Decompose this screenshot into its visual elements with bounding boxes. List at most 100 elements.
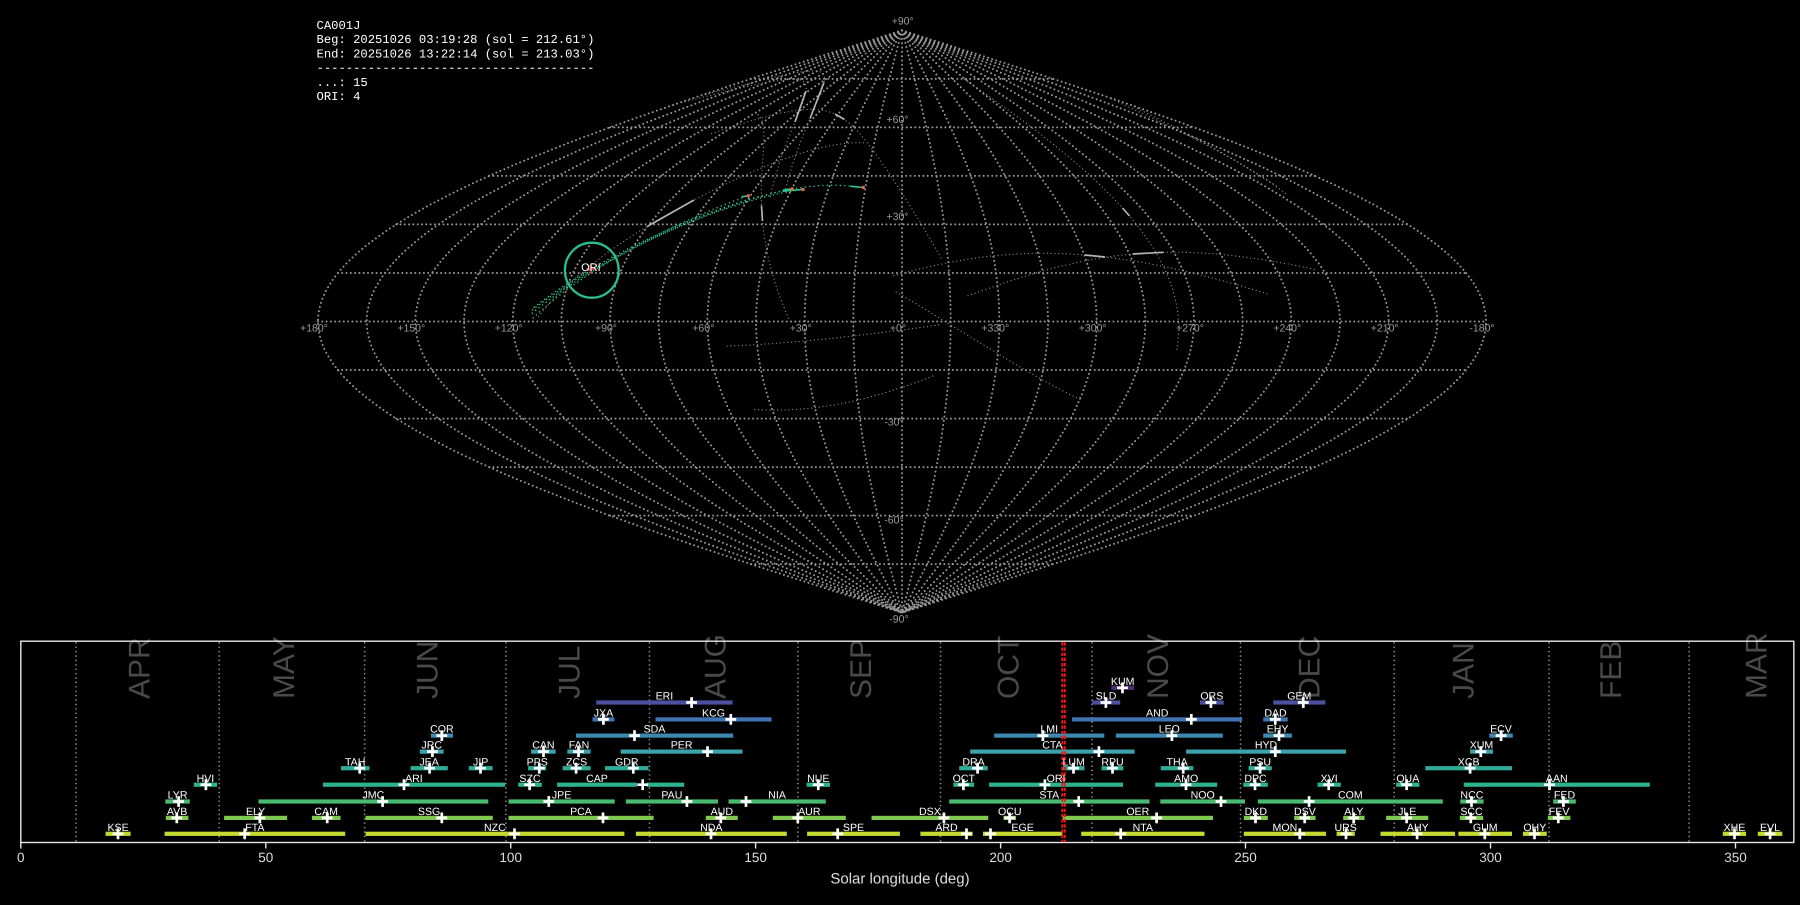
svg-text:THA: THA — [1167, 756, 1189, 768]
svg-text:AUD: AUD — [711, 806, 734, 818]
svg-text:GUM: GUM — [1473, 822, 1498, 834]
svg-text:NIA: NIA — [768, 790, 787, 802]
svg-text:JMC: JMC — [363, 790, 385, 802]
svg-text:AHY: AHY — [1407, 822, 1429, 834]
svg-text:ARI: ARI — [405, 773, 423, 785]
svg-text:AUG: AUG — [700, 634, 733, 699]
svg-text:DEC: DEC — [1293, 636, 1326, 699]
svg-text:NTA: NTA — [1133, 822, 1154, 834]
svg-text:STA: STA — [1039, 790, 1060, 802]
svg-text:ORI: 4: ORI: 4 — [317, 90, 361, 104]
svg-text:DSV: DSV — [1294, 806, 1317, 818]
svg-text:XCB: XCB — [1458, 756, 1480, 768]
svg-text:NZC: NZC — [484, 822, 506, 834]
svg-text:+120°: +120° — [495, 323, 523, 335]
svg-text:+150°: +150° — [397, 323, 425, 335]
svg-text:------------------------------: -------------------------------------- — [317, 62, 595, 76]
svg-text:+90°: +90° — [892, 16, 914, 28]
svg-text:MAR: MAR — [1740, 632, 1773, 699]
svg-text:NUE: NUE — [807, 773, 829, 785]
svg-text:PAU: PAU — [661, 790, 682, 802]
svg-text:SEP: SEP — [845, 639, 878, 699]
svg-text:JLE: JLE — [1398, 806, 1416, 818]
svg-text:AUR: AUR — [798, 806, 821, 818]
svg-text:NDA: NDA — [700, 822, 723, 834]
svg-text:+330°: +330° — [981, 323, 1009, 335]
svg-text:XHE: XHE — [1724, 822, 1746, 834]
svg-text:SLD: SLD — [1096, 691, 1117, 703]
svg-text:JUL: JUL — [554, 646, 587, 699]
svg-text:COR: COR — [430, 724, 454, 736]
svg-text:CA001J: CA001J — [317, 19, 361, 33]
svg-text:+30°: +30° — [886, 211, 908, 223]
svg-text:200: 200 — [989, 850, 1012, 865]
svg-text:AMO: AMO — [1174, 773, 1198, 785]
svg-text:ORS: ORS — [1200, 691, 1223, 703]
svg-text:End: 20251026 13:22:14 (sol =: End: 20251026 13:22:14 (sol = 213.03°) — [317, 47, 595, 61]
svg-text:MON: MON — [1273, 822, 1298, 834]
svg-text:KUM: KUM — [1111, 676, 1135, 688]
svg-text:KCG: KCG — [702, 708, 725, 720]
svg-text:PPS: PPS — [527, 756, 548, 768]
svg-text:GDR: GDR — [615, 756, 639, 768]
svg-text:RPU: RPU — [1101, 756, 1123, 768]
svg-text:OCT: OCT — [992, 636, 1025, 699]
svg-text:FEV: FEV — [1549, 806, 1571, 818]
svg-text:ARD: ARD — [935, 822, 958, 834]
svg-text:350: 350 — [1724, 850, 1747, 865]
svg-text:PSU: PSU — [1249, 756, 1271, 768]
svg-text:+0°: +0° — [890, 323, 906, 335]
svg-text:OCU: OCU — [998, 806, 1022, 818]
svg-text:+60°: +60° — [886, 114, 908, 126]
svg-text:FAN: FAN — [569, 740, 590, 752]
svg-text:NOO: NOO — [1191, 790, 1215, 802]
svg-text:-180°: -180° — [1469, 323, 1494, 335]
svg-text:+180°: +180° — [300, 323, 328, 335]
svg-text:...: 15: ...: 15 — [317, 76, 368, 90]
svg-text:EGE: EGE — [1011, 822, 1033, 834]
svg-text:FED: FED — [1554, 790, 1576, 802]
svg-text:ORI: ORI — [581, 262, 601, 274]
svg-text:DPC: DPC — [1244, 773, 1267, 785]
svg-text:NCC: NCC — [1460, 790, 1483, 802]
svg-text:Solar longitude (deg): Solar longitude (deg) — [830, 871, 969, 888]
svg-text:OER: OER — [1126, 806, 1149, 818]
svg-text:SCC: SCC — [1460, 806, 1483, 818]
svg-text:KSE: KSE — [107, 822, 128, 834]
svg-text:JAN: JAN — [1448, 642, 1481, 699]
svg-text:-30°: -30° — [884, 417, 903, 429]
svg-text:ELY: ELY — [246, 806, 265, 818]
svg-text:QUA: QUA — [1396, 773, 1420, 785]
svg-text:EVL: EVL — [1760, 822, 1780, 834]
svg-text:50: 50 — [258, 850, 273, 865]
svg-text:APR: APR — [124, 637, 157, 699]
svg-text:GEM: GEM — [1287, 691, 1311, 703]
svg-text:DSX: DSX — [919, 806, 941, 818]
svg-text:250: 250 — [1234, 850, 1257, 865]
svg-text:JIP: JIP — [473, 756, 488, 768]
svg-text:+60°: +60° — [692, 323, 714, 335]
svg-text:DAD: DAD — [1264, 708, 1287, 720]
svg-text:ORI: ORI — [1047, 773, 1066, 785]
svg-text:XVI: XVI — [1321, 773, 1338, 785]
svg-text:Beg: 20251026 03:19:28 (sol =: Beg: 20251026 03:19:28 (sol = 212.61°) — [317, 33, 595, 47]
svg-text:AAN: AAN — [1546, 773, 1568, 785]
svg-text:XUM: XUM — [1470, 740, 1494, 752]
svg-text:CAM: CAM — [314, 806, 338, 818]
svg-text:ZCS: ZCS — [566, 756, 587, 768]
svg-text:LYR: LYR — [168, 790, 188, 802]
svg-text:+30°: +30° — [790, 323, 812, 335]
svg-text:JRC: JRC — [421, 740, 442, 752]
svg-text:+210°: +210° — [1371, 323, 1399, 335]
svg-text:ALY: ALY — [1344, 806, 1363, 818]
svg-text:JEA: JEA — [419, 756, 439, 768]
svg-text:JUN: JUN — [411, 641, 444, 699]
svg-text:ECV: ECV — [1490, 724, 1513, 736]
svg-text:+270°: +270° — [1176, 323, 1204, 335]
svg-text:100: 100 — [499, 850, 522, 865]
svg-text:TAH: TAH — [345, 756, 365, 768]
svg-text:SZC: SZC — [519, 773, 541, 785]
svg-text:HYD: HYD — [1255, 740, 1278, 752]
svg-text:CAN: CAN — [532, 740, 554, 752]
svg-text:FEB: FEB — [1595, 641, 1628, 699]
